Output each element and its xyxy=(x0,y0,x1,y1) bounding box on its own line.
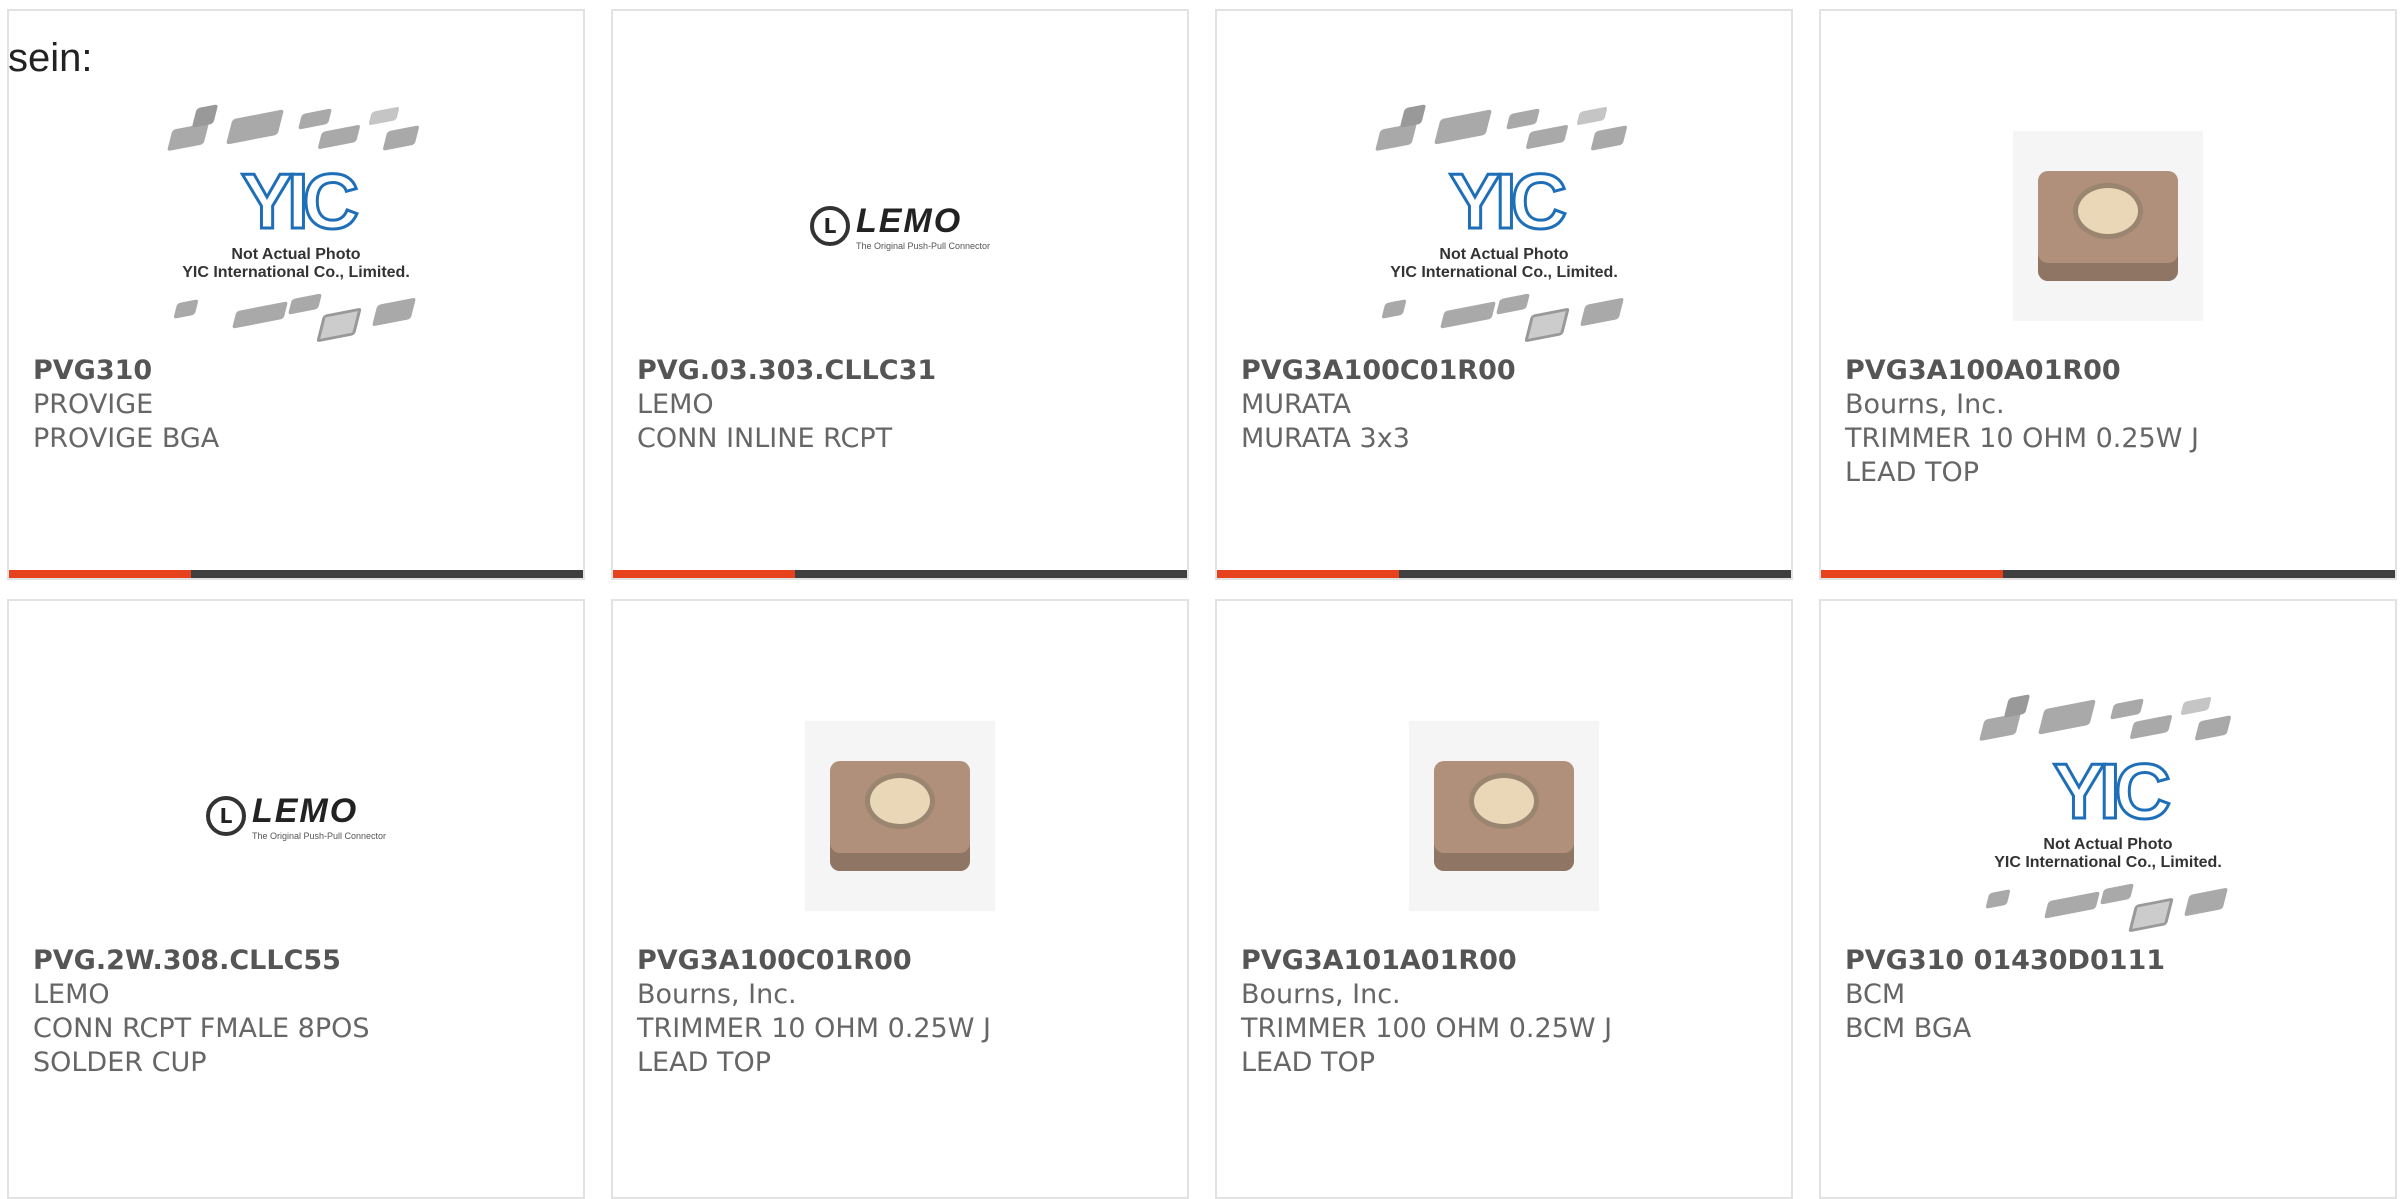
description: MURATA 3x3 xyxy=(1241,423,1410,454)
page-title: sein: xyxy=(8,36,93,80)
yic-logo: YIC xyxy=(1448,157,1569,245)
lemo-mark-icon: L xyxy=(809,206,850,246)
description: TRIMMER 10 OHM 0.25W J LEAD TOP xyxy=(1845,423,2199,488)
manufacturer: MURATA xyxy=(1241,389,1351,420)
card-accent xyxy=(1217,570,1399,578)
card-bottom-bar xyxy=(1217,570,1791,578)
trimmer-knob xyxy=(1469,773,1539,829)
lemo-wordmark: LEMO xyxy=(855,201,963,240)
lemo-mark-icon: L xyxy=(205,796,246,836)
trimmer-knob xyxy=(2073,183,2143,239)
manufacturer: LEMO xyxy=(637,389,714,420)
trimmer-photo xyxy=(805,721,995,911)
manufacturer: PROVIGE xyxy=(33,389,154,420)
placeholder-caption-2: YIC International Co., Limited. xyxy=(1994,854,2222,871)
description: TRIMMER 10 OHM 0.25W J LEAD TOP xyxy=(637,1013,991,1078)
product-card[interactable]: L LEMO The Original Push-Pull Connector … xyxy=(611,9,1189,580)
placeholder-caption-1: Not Actual Photo xyxy=(2043,836,2173,853)
placeholder-caption-2: YIC International Co., Limited. xyxy=(1390,264,1618,281)
manufacturer: LEMO xyxy=(33,979,110,1010)
placeholder-image: YIC Not Actual Photo YIC International C… xyxy=(1973,694,2243,936)
part-number-link[interactable]: PVG.03.303.CLLC31 xyxy=(637,354,1067,388)
product-card[interactable]: YIC Not Actual Photo YIC International C… xyxy=(1215,9,1793,580)
placeholder-caption-1: Not Actual Photo xyxy=(1439,246,1569,263)
manufacturer: Bourns, Inc. xyxy=(1845,389,2005,420)
part-number-link[interactable]: PVG3A100A01R00 xyxy=(1845,354,2275,388)
placeholder-caption-2: YIC International Co., Limited. xyxy=(182,264,410,281)
product-image[interactable] xyxy=(1821,96,2395,356)
product-image[interactable] xyxy=(613,686,1187,946)
card-accent xyxy=(1821,570,2003,578)
product-image[interactable]: L LEMO The Original Push-Pull Connector xyxy=(9,686,583,946)
yic-logo: YIC xyxy=(240,157,361,245)
product-card[interactable]: YIC Not Actual Photo YIC International C… xyxy=(1819,599,2397,1199)
part-number-link[interactable]: PVG.2W.308.CLLC55 xyxy=(33,944,463,978)
trimmer-photo xyxy=(1409,721,1599,911)
product-image[interactable] xyxy=(1217,686,1791,946)
manufacturer: Bourns, Inc. xyxy=(1241,979,1401,1010)
trimmer-photo xyxy=(2013,131,2203,321)
description: PROVIGE BGA xyxy=(33,423,220,454)
card-bottom-bar xyxy=(613,570,1187,578)
product-card[interactable]: L LEMO The Original Push-Pull Connector … xyxy=(7,599,585,1199)
trimmer-knob xyxy=(865,773,935,829)
manufacturer: BCM xyxy=(1845,979,1906,1010)
lemo-wordmark: LEMO xyxy=(251,791,359,830)
lemo-logo: L LEMO The Original Push-Pull Connector xyxy=(809,201,991,251)
description: TRIMMER 100 OHM 0.25W J LEAD TOP xyxy=(1241,1013,1613,1078)
card-bottom-bar xyxy=(1821,570,2395,578)
description: CONN RCPT FMALE 8POS SOLDER CUP xyxy=(33,1013,370,1078)
placeholder-image: YIC Not Actual Photo YIC International C… xyxy=(1369,104,1639,346)
product-image[interactable]: YIC Not Actual Photo YIC International C… xyxy=(1217,96,1791,356)
lemo-logo: L LEMO The Original Push-Pull Connector xyxy=(205,791,387,841)
manufacturer: Bourns, Inc. xyxy=(637,979,797,1010)
product-card[interactable]: YIC Not Actual Photo YIC International C… xyxy=(7,9,585,580)
card-accent xyxy=(613,570,795,578)
placeholder-image: YIC Not Actual Photo YIC International C… xyxy=(161,104,431,346)
description: BCM BGA xyxy=(1845,1013,1972,1044)
card-accent xyxy=(9,570,191,578)
lemo-tagline: The Original Push-Pull Connector xyxy=(251,830,387,841)
part-number-link[interactable]: PVG3A100C01R00 xyxy=(637,944,1067,978)
product-card[interactable]: PVG3A100C01R00 Bourns, Inc. TRIMMER 10 O… xyxy=(611,599,1189,1199)
card-bottom-bar xyxy=(9,570,583,578)
part-number-link[interactable]: PVG3A101A01R00 xyxy=(1241,944,1671,978)
product-image[interactable]: YIC Not Actual Photo YIC International C… xyxy=(9,96,583,356)
part-number-link[interactable]: PVG310 01430D0111 xyxy=(1845,944,2275,978)
product-image[interactable]: L LEMO The Original Push-Pull Connector xyxy=(613,96,1187,356)
placeholder-caption-1: Not Actual Photo xyxy=(231,246,361,263)
lemo-tagline: The Original Push-Pull Connector xyxy=(855,240,991,251)
part-number-link[interactable]: PVG310 xyxy=(33,354,463,388)
part-number-link[interactable]: PVG3A100C01R00 xyxy=(1241,354,1671,388)
product-card[interactable]: PVG3A101A01R00 Bourns, Inc. TRIMMER 100 … xyxy=(1215,599,1793,1199)
product-image[interactable]: YIC Not Actual Photo YIC International C… xyxy=(1821,686,2395,946)
description: CONN INLINE RCPT xyxy=(637,423,893,454)
trimmer-body xyxy=(1434,761,1574,871)
product-card[interactable]: PVG3A100A01R00 Bourns, Inc. TRIMMER 10 O… xyxy=(1819,9,2397,580)
trimmer-body xyxy=(830,761,970,871)
trimmer-body xyxy=(2038,171,2178,281)
yic-logo: YIC xyxy=(2052,747,2173,835)
